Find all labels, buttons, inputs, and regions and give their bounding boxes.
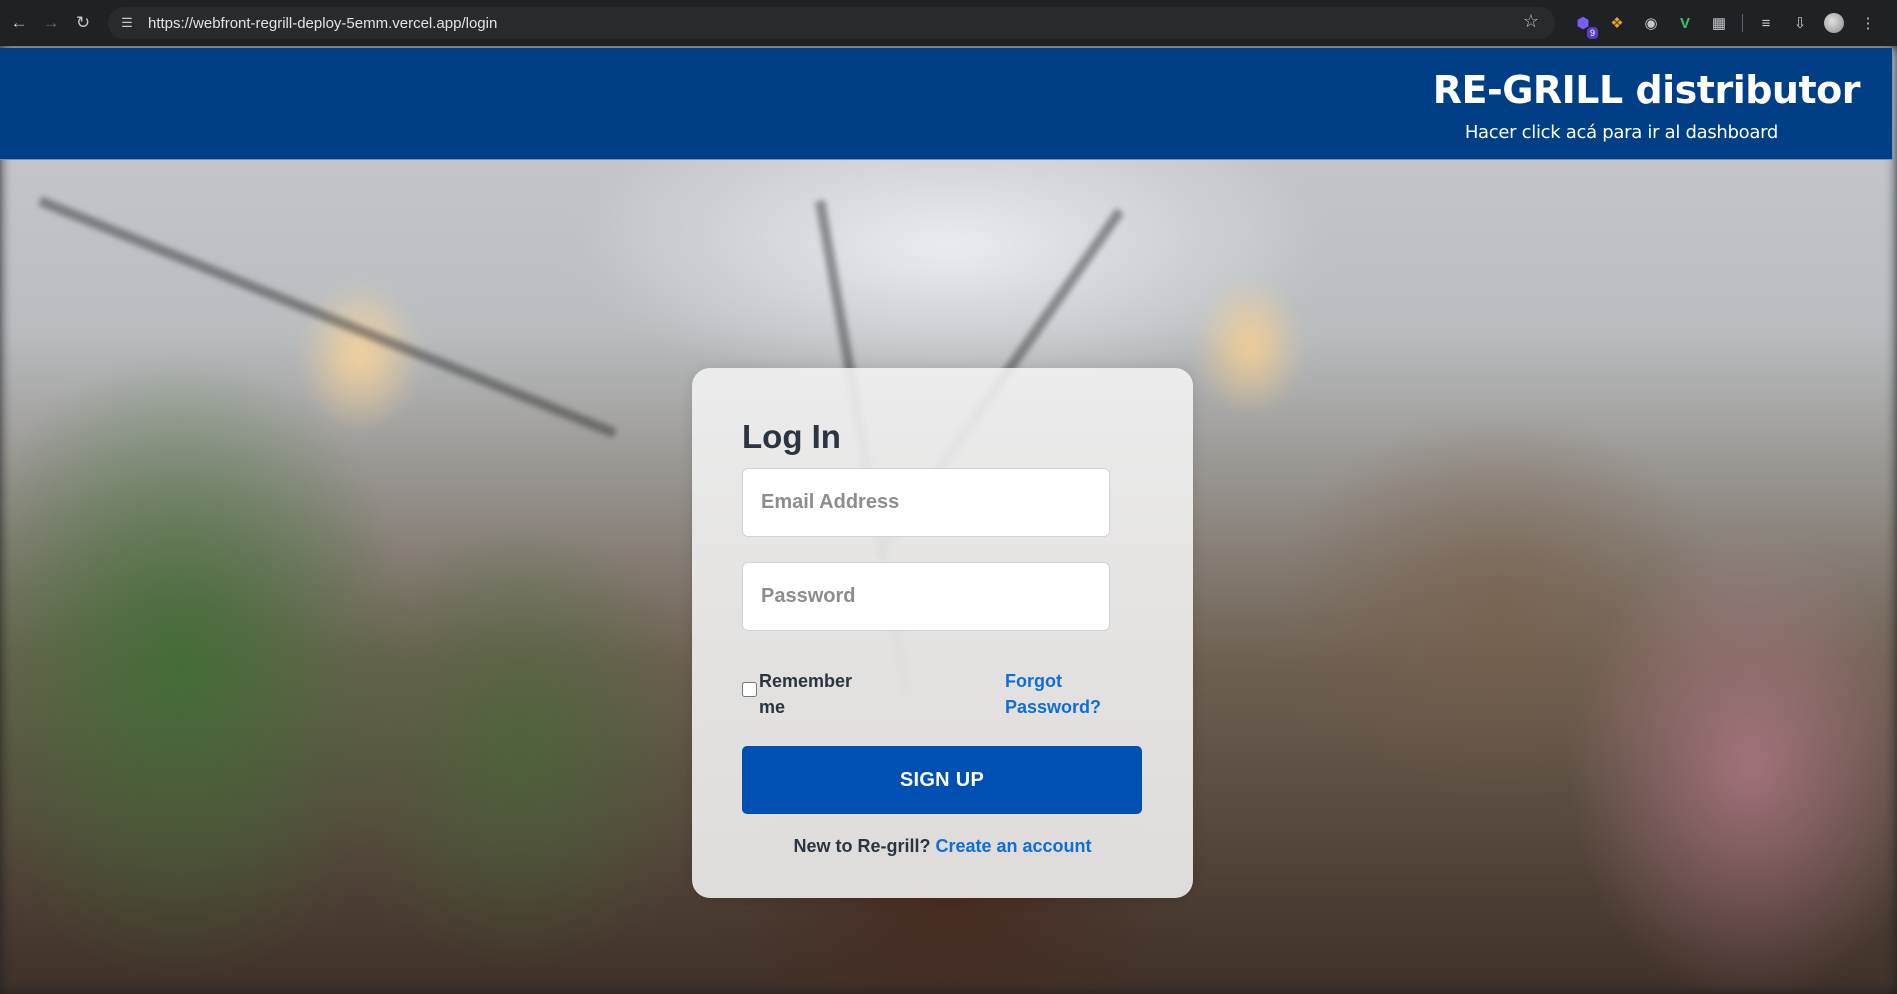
browser-menu-icon[interactable]: ⋮ [1857, 12, 1879, 34]
dashboard-link[interactable]: Hacer click acá para ir al dashboard [1465, 122, 1778, 143]
app-header: RE-GRILL distributor Hacer click acá par… [0, 48, 1893, 160]
password-field[interactable] [742, 562, 1110, 631]
extensions-puzzle-icon[interactable]: ▦ [1708, 12, 1730, 34]
create-account-link[interactable]: Create an account [935, 836, 1091, 856]
create-account-row: New to Re-grill? Create an account [692, 836, 1193, 857]
remember-me-label[interactable]: Remember me [759, 668, 869, 720]
downloads-icon[interactable]: ⇩ [1789, 12, 1811, 34]
remember-me-checkbox[interactable] [742, 682, 757, 697]
bookmark-star-icon[interactable]: ☆ [1523, 11, 1539, 32]
site-info-icon[interactable]: ☰ [114, 10, 140, 36]
new-user-prompt: New to Re-grill? [793, 836, 931, 856]
toolbar-divider [1742, 14, 1743, 32]
extension-color-wheel-icon[interactable]: ❖ [1606, 12, 1628, 34]
reading-list-icon[interactable]: ≡ [1755, 12, 1777, 34]
url-text[interactable]: https://webfront-regrill-deploy-5emm.ver… [148, 15, 497, 32]
login-page: RE-GRILL distributor Hacer click acá par… [0, 46, 1897, 994]
extension-shield-icon[interactable]: ◉ [1640, 12, 1662, 34]
address-bar[interactable]: ☰ https://webfront-regrill-deploy-5emm.v… [108, 7, 1555, 39]
profile-avatar-icon[interactable] [1823, 12, 1845, 34]
extension-badge: 9 [1586, 27, 1598, 39]
extension-purple-icon[interactable]: ⬢ 9 [1572, 12, 1598, 39]
extension-v-icon[interactable]: V [1674, 12, 1696, 34]
back-arrow-icon[interactable]: ← [6, 10, 32, 36]
login-title: Log In [742, 418, 841, 455]
forward-arrow-icon[interactable]: → [38, 10, 64, 36]
reload-icon[interactable]: ↻ [70, 10, 96, 36]
forgot-password-link[interactable]: Forgot Password? [1005, 668, 1115, 720]
extensions-bar: ⬢ 9 ❖ ◉ V ▦ ≡ ⇩ ⋮ [1572, 0, 1879, 46]
brand-title: RE-GRILL distributor [1432, 68, 1861, 112]
sign-up-button[interactable]: SIGN UP [742, 746, 1142, 814]
browser-toolbar: ← → ↻ ☰ https://webfront-regrill-deploy-… [0, 0, 1897, 46]
email-field[interactable] [742, 468, 1110, 537]
remember-me-group: Remember me [742, 668, 869, 720]
login-card: Log In Remember me Forgot Password? SIGN… [692, 368, 1193, 898]
